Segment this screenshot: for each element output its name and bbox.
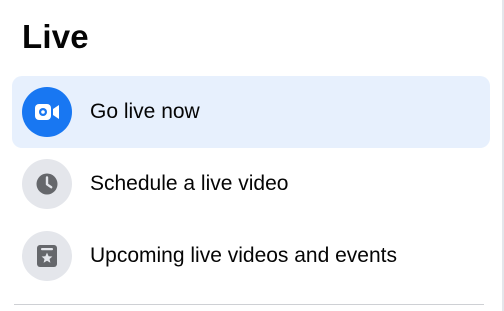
clock-icon: [22, 159, 72, 209]
live-menu: Go live now Schedule a live video Upcomi…: [12, 76, 490, 292]
section-divider: [14, 304, 484, 305]
menu-item-label: Upcoming live videos and events: [90, 244, 398, 267]
calendar-star-icon: [22, 231, 72, 281]
menu-item-label: Schedule a live video: [90, 172, 289, 195]
page-title: Live: [22, 18, 89, 55]
menu-item-schedule-live-video[interactable]: Schedule a live video: [12, 148, 490, 220]
video-camera-icon: [22, 87, 72, 137]
menu-item-upcoming-live-videos-events[interactable]: Upcoming live videos and events: [12, 220, 490, 292]
live-panel: Live Go live now Schedule a live video U…: [0, 0, 504, 311]
menu-item-go-live-now[interactable]: Go live now: [12, 76, 490, 148]
menu-item-label: Go live now: [90, 100, 200, 123]
